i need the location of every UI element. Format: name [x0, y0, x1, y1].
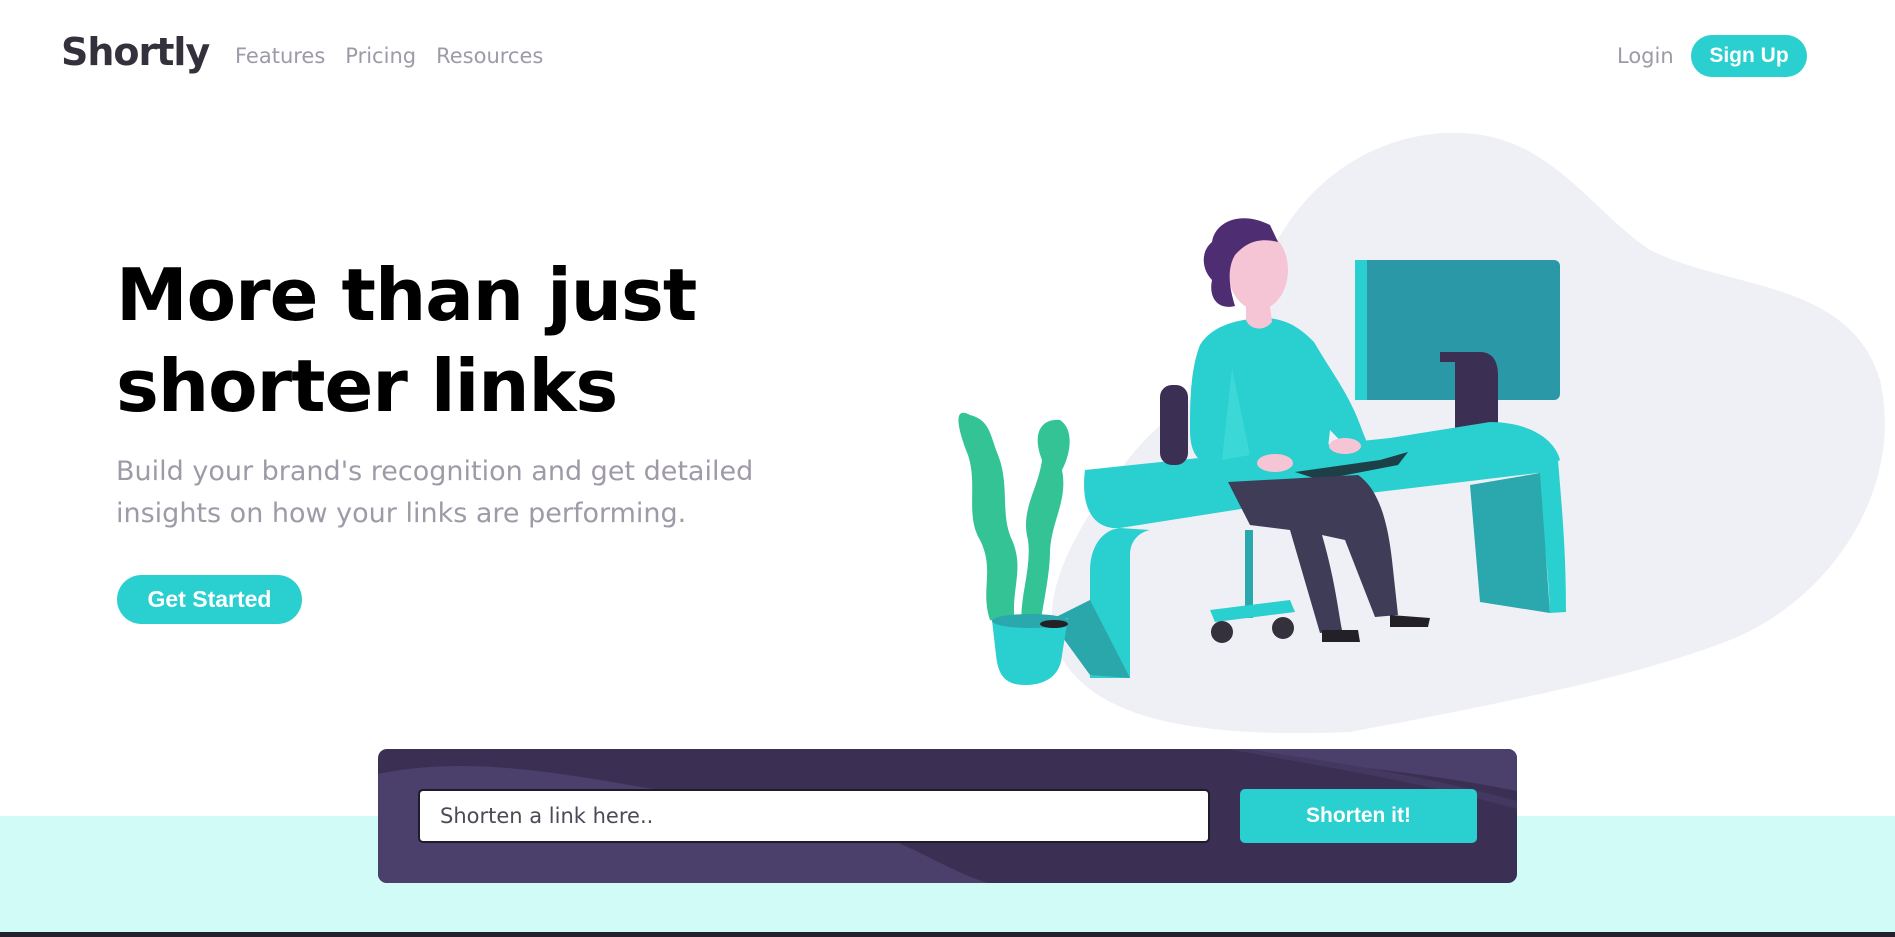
signup-button[interactable]: Sign Up: [1691, 35, 1807, 77]
site-header: Shortly Features Pricing Resources Login…: [0, 0, 1895, 112]
nav-pricing-link[interactable]: Pricing: [345, 44, 416, 68]
shorten-button[interactable]: Shorten it!: [1240, 789, 1477, 843]
section-divider: [0, 932, 1895, 937]
chair-wheel: [1211, 621, 1233, 643]
plant-leaf: [958, 412, 1018, 625]
hero-illustration: [958, 132, 1885, 734]
shorten-url-input[interactable]: [418, 789, 1210, 843]
plant-pot: [992, 618, 1068, 685]
person-hand: [1329, 438, 1361, 454]
get-started-button[interactable]: Get Started: [117, 575, 302, 624]
hero-title: More than just shorter links: [116, 253, 697, 428]
nav-resources-link[interactable]: Resources: [436, 44, 543, 68]
chair-wheel: [1272, 617, 1294, 639]
login-link[interactable]: Login: [1617, 44, 1674, 68]
shorten-form: Shorten it!: [378, 749, 1517, 883]
logo[interactable]: Shortly: [61, 30, 210, 74]
person-hand: [1257, 454, 1293, 472]
hero-subtitle: Build your brand's recognition and get d…: [116, 456, 754, 529]
nav-features-link[interactable]: Features: [235, 44, 325, 68]
main-nav: Features Pricing Resources: [235, 44, 543, 68]
